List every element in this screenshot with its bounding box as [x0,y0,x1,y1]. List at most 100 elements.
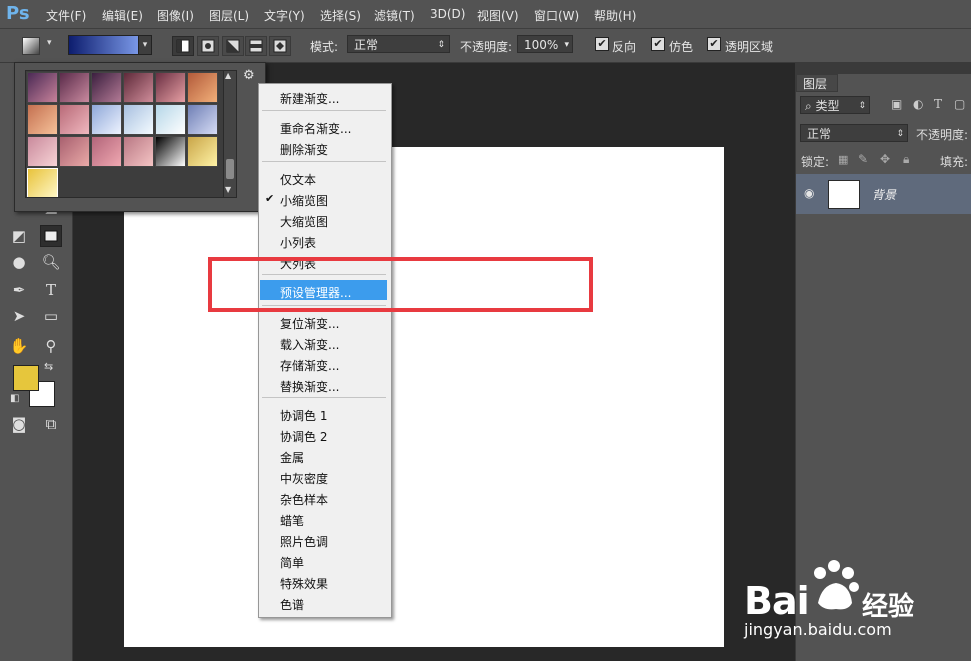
menu-item-new-gradient[interactable]: 新建渐变... [280,90,339,107]
menu-file[interactable]: 文件(F) [46,7,86,24]
swap-colors-icon[interactable]: ⇆ [44,360,53,373]
menu-item-small-thumbnail[interactable]: 小缩览图 [280,192,328,209]
gradient-swatch[interactable] [59,72,90,103]
gear-icon[interactable]: ⚙ [243,68,255,83]
dither-checkbox[interactable]: ✔ [651,37,665,51]
menu-item-set[interactable]: 协调色 1 [280,407,327,424]
menu-view[interactable]: 视图(V) [477,7,519,24]
lock-brush-icon[interactable]: ✎ [858,152,868,166]
gradient-swatch[interactable] [155,136,186,167]
document-canvas[interactable] [124,147,724,647]
gradient-swatch[interactable] [123,104,154,135]
gradient-swatch[interactable] [123,136,154,167]
gradient-swatch[interactable] [91,136,122,167]
dodge-tool-icon[interactable]: 🔍︎ [40,251,62,273]
menu-item-set[interactable]: 色谱 [280,596,304,613]
opacity-field[interactable]: 100% ▾ [517,35,573,53]
gradient-picker-toggle[interactable]: ▾ [138,35,152,55]
gradient-swatch[interactable] [27,168,58,197]
menu-item-set[interactable]: 蜡笔 [280,512,304,529]
menu-type[interactable]: 文字(Y) [264,7,305,24]
menu-select[interactable]: 选择(S) [320,7,361,24]
menu-item-delete-gradient[interactable]: 删除渐变 [280,141,328,158]
menu-window[interactable]: 窗口(W) [534,7,579,24]
lock-move-icon[interactable]: ✥ [880,152,890,166]
transparency-checkbox[interactable]: ✔ [707,37,721,51]
menu-item-set[interactable]: 特殊效果 [280,575,328,592]
linear-gradient-button[interactable] [172,36,194,56]
menu-item-set[interactable]: 协调色 2 [280,428,327,445]
scroll-down-icon[interactable]: ▼ [225,185,231,194]
eye-icon[interactable]: ◉ [804,186,814,200]
menu-item-set[interactable]: 简单 [280,554,304,571]
gradient-swatch[interactable] [187,136,218,167]
menu-item-large-thumbnail[interactable]: 大缩览图 [280,213,328,230]
menu-layer[interactable]: 图层(L) [209,7,249,24]
reflected-gradient-button[interactable] [245,36,267,56]
picker-scroll-thumb[interactable] [226,159,234,179]
gradient-preview[interactable] [68,35,140,55]
gradient-swatch[interactable] [187,104,218,135]
menu-separator [262,110,386,111]
angle-gradient-button[interactable] [222,36,244,56]
gradient-swatch[interactable] [27,104,58,135]
pen-tool-icon[interactable]: ✒ [8,279,30,301]
menu-item-rename-gradient[interactable]: 重命名渐变... [280,120,351,137]
tool-preset-icon[interactable] [22,37,40,55]
blend-value: 正常 [807,127,832,141]
menu-3d[interactable]: 3D(D) [430,7,465,21]
menu-item-text-only[interactable]: 仅文本 [280,171,316,188]
filter-pixel-icon[interactable]: ▣ [891,97,902,111]
gradient-tool-icon[interactable] [40,225,62,247]
gradient-swatch[interactable] [123,72,154,103]
filter-shape-icon[interactable]: ▢ [954,97,965,111]
gradient-swatch[interactable] [27,72,58,103]
menu-item-set[interactable]: 中灰密度 [280,470,328,487]
menu-edit[interactable]: 编辑(E) [102,7,143,24]
diamond-gradient-button[interactable] [269,36,291,56]
gradient-swatch[interactable] [59,104,90,135]
gradient-swatch[interactable] [91,72,122,103]
menu-item-load-gradients[interactable]: 载入渐变... [280,336,339,353]
gradient-swatch[interactable] [155,72,186,103]
menu-item-replace-gradients[interactable]: 替换渐变... [280,378,339,395]
menu-item-set[interactable]: 杂色样本 [280,491,328,508]
quick-mask-icon[interactable]: ◙ [8,413,30,435]
rectangle-tool-icon[interactable]: ▭ [40,305,62,327]
default-colors-icon[interactable]: ◧ [10,393,19,404]
mode-select[interactable]: 正常 ⇕ [347,35,450,53]
tab-layers[interactable]: 图层 [796,74,838,92]
layer-row[interactable]: ◉ 背景 [796,174,971,214]
radial-gradient-button[interactable] [197,36,219,56]
gradient-swatch[interactable] [27,136,58,167]
path-selection-tool-icon[interactable]: ➤ [8,305,30,327]
blend-mode-select[interactable]: 正常 ⇕ [800,124,908,142]
picker-scrollbar[interactable]: ▲ ▼ [223,70,237,198]
menu-item-set[interactable]: 照片色调 [280,533,328,550]
menu-image[interactable]: 图像(I) [157,7,194,24]
gradient-swatch[interactable] [59,136,90,167]
type-tool-icon[interactable]: T [40,279,62,301]
chevron-down-icon[interactable]: ▾ [47,38,52,48]
scroll-up-icon[interactable]: ▲ [225,71,231,80]
menu-item-small-list[interactable]: 小列表 [280,234,316,251]
filter-type-icon[interactable]: T [934,97,942,111]
layer-filter-select[interactable]: ⌕ 类型 ⇕ [800,96,870,114]
screen-mode-icon[interactable]: ⧉ [40,413,62,435]
eraser-tool-icon[interactable]: ◩ [8,225,30,247]
menu-item-reset-gradients[interactable]: 复位渐变... [280,315,339,332]
filter-adjust-icon[interactable]: ◐ [913,97,923,111]
gradient-swatch[interactable] [91,104,122,135]
zoom-tool-icon[interactable]: ⚲ [40,335,62,357]
blur-tool-icon[interactable]: ● [8,251,30,273]
menu-help[interactable]: 帮助(H) [594,7,636,24]
menu-filter[interactable]: 滤镜(T) [374,7,415,24]
menu-item-save-gradients[interactable]: 存储渐变... [280,357,339,374]
menu-item-set[interactable]: 金属 [280,449,304,466]
lock-transparent-icon[interactable]: ▦ [838,153,848,166]
reverse-checkbox[interactable]: ✔ [595,37,609,51]
hand-tool-icon[interactable]: ✋ [8,335,30,357]
gradient-swatch[interactable] [187,72,218,103]
gradient-swatch[interactable] [155,104,186,135]
lock-icon[interactable]: 🔒︎ [903,152,909,167]
